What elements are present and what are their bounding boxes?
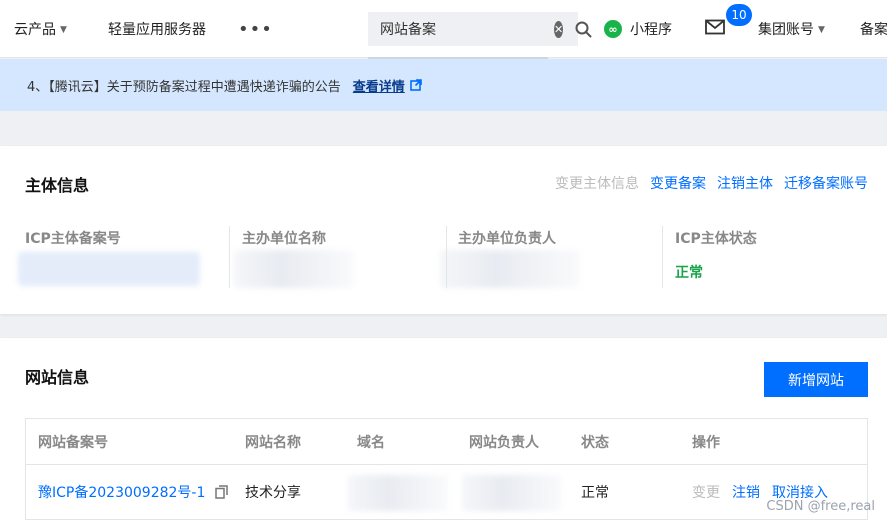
search-input[interactable] — [380, 21, 554, 37]
icp-entity-status-label: ICP主体状态 — [675, 231, 757, 247]
notice-bar: 4、【腾讯云】关于预防备案过程中遭遇快递诈骗的公告 查看详情 — [0, 59, 887, 111]
nav-group-account[interactable]: 集团账号 ▼ — [758, 0, 825, 58]
icp-cell: 豫ICP备2023009282号-1 — [38, 465, 229, 519]
more-icon[interactable]: ••• — [238, 0, 273, 58]
copy-icon[interactable] — [215, 485, 229, 499]
nav-products-label: 云产品 — [14, 22, 56, 38]
icp-number-link[interactable]: 豫ICP备2023009282号-1 — [38, 482, 205, 502]
host-org-name-label: 主办单位名称 — [242, 231, 326, 247]
chevron-down-icon: ▼ — [60, 25, 67, 35]
header-site-name: 网站名称 — [245, 435, 301, 451]
header-site-leader: 网站负责人 — [469, 435, 539, 451]
column-divider — [662, 226, 663, 288]
notice-detail-label: 查看详情 — [352, 79, 405, 95]
redacted-value — [348, 475, 448, 511]
change-site-button[interactable]: 变更 — [692, 482, 720, 502]
status-cell: 正常 — [581, 485, 609, 501]
add-website-button[interactable]: 新增网站 — [764, 362, 868, 397]
search-icon[interactable] — [575, 21, 592, 38]
header-operations: 操作 — [692, 435, 720, 451]
mini-program-icon: ∞ — [604, 20, 622, 38]
redacted-value — [462, 475, 562, 511]
entity-title: 主体信息 — [25, 176, 90, 195]
clear-icon[interactable]: ✕ — [554, 20, 564, 38]
entity-info-card: 主体信息 变更主体信息 变更备案 注销主体 迁移备案账号 ICP主体备案号 主办… — [0, 146, 887, 314]
nav-beian-label: 备案 — [860, 22, 887, 38]
external-link-icon — [409, 79, 422, 91]
icp-entity-status-value: 正常 — [675, 265, 703, 281]
icp-entity-number-label: ICP主体备案号 — [25, 231, 121, 247]
watermark: CSDN @free,real — [766, 499, 875, 514]
host-org-leader-label: 主办单位负责人 — [458, 231, 556, 247]
nav-products[interactable]: 云产品 ▼ — [14, 0, 67, 58]
site-name-cell: 技术分享 — [245, 485, 301, 501]
redacted-value — [18, 252, 200, 286]
redacted-value — [440, 250, 580, 288]
mail-icon — [705, 19, 725, 39]
redacted-value — [234, 250, 354, 288]
website-info-card: 网站信息 新增网站 网站备案号 网站名称 域名 网站负责人 状态 操作 豫ICP… — [0, 338, 887, 520]
change-beian-button[interactable]: 变更备案 — [650, 173, 706, 193]
notice-detail-link[interactable]: 查看详情 — [353, 76, 422, 95]
migrate-account-button[interactable]: 迁移备案账号 — [784, 173, 868, 193]
entity-actions: 变更主体信息 变更备案 注销主体 迁移备案账号 — [555, 173, 868, 193]
icp-entity-status-field: ICP主体状态 正常 — [675, 228, 757, 288]
change-entity-info-button[interactable]: 变更主体信息 — [555, 173, 639, 193]
notice-text: 4、【腾讯云】关于预防备案过程中遭遇快递诈骗的公告 — [27, 79, 341, 95]
table-header: 网站备案号 网站名称 域名 网站负责人 状态 操作 — [26, 419, 867, 465]
header-domain: 域名 — [357, 435, 385, 451]
nav-mini-program-label: 小程序 — [630, 22, 672, 38]
top-navigation: 云产品 ▼ 轻量应用服务器 ••• ✕ ∞ 小程序 10 集团账号 ▼ 备案 — [0, 0, 887, 59]
chevron-down-icon: ▼ — [818, 25, 825, 35]
search-box: ✕ — [368, 12, 592, 46]
website-table: 网站备案号 网站名称 域名 网站负责人 状态 操作 豫ICP备202300928… — [25, 418, 868, 520]
cancel-site-button[interactable]: 注销 — [732, 482, 760, 502]
nav-beian[interactable]: 备案 — [860, 0, 887, 58]
nav-lighthouse[interactable]: 轻量应用服务器 — [108, 0, 206, 58]
website-title: 网站信息 — [25, 368, 90, 387]
nav-mini-program[interactable]: ∞ 小程序 — [604, 0, 672, 58]
cancel-entity-button[interactable]: 注销主体 — [717, 173, 773, 193]
nav-lighthouse-label: 轻量应用服务器 — [108, 22, 206, 38]
header-icp: 网站备案号 — [38, 435, 108, 451]
column-divider — [229, 226, 230, 288]
nav-group-account-label: 集团账号 — [758, 22, 814, 38]
mail-count-badge: 10 — [726, 4, 752, 26]
nav-mail[interactable]: 10 — [705, 0, 752, 58]
header-status: 状态 — [581, 435, 609, 451]
table-row: 豫ICP备2023009282号-1 技术分享 正常 变更 注销 取消接入 — [26, 465, 867, 519]
